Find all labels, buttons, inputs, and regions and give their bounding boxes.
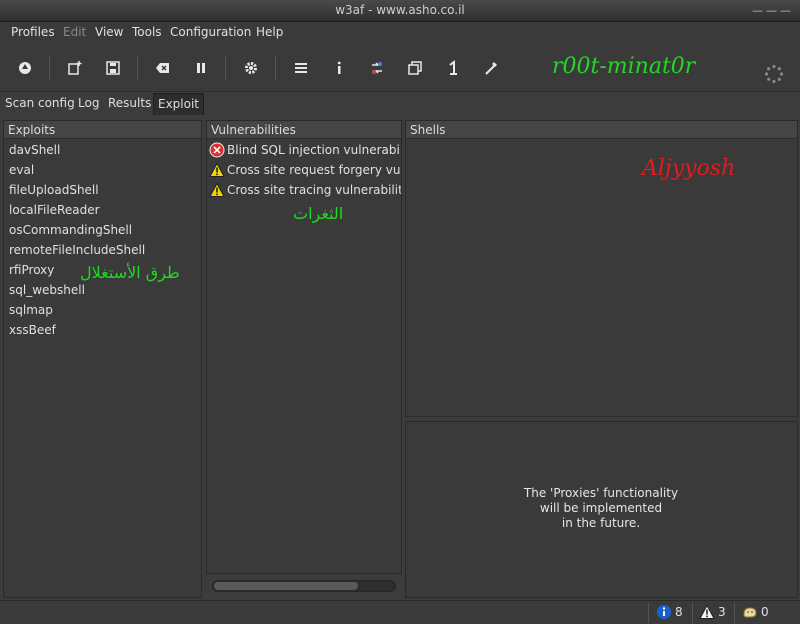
vulnerabilities-hscrollbar[interactable] [212,580,396,592]
start-icon[interactable] [14,57,36,79]
exploit-item-sql-webshell[interactable]: sql_webshell [4,280,201,300]
settings-icon[interactable] [240,57,262,79]
clear-icon[interactable] [152,57,174,79]
proxies-message-line: The 'Proxies' functionality [523,486,679,500]
info-count-icon [657,605,671,619]
status-errors[interactable]: 0 [742,604,769,620]
proxies-message: The 'Proxies' functionality will be impl… [406,486,796,531]
window-title: w3af - www.asho.co.il [335,3,465,17]
status-bar: 8 3 0 [0,600,800,624]
exploit-item-eval[interactable]: eval [4,160,201,180]
warning-icon [209,182,225,198]
toolbar-separator [275,56,276,80]
exploits-panel: Exploits davShell eval fileUploadShell l… [3,120,202,598]
vulnerabilities-panel: Vulnerabilities Blind SQL injection vuln… [206,120,402,574]
window-controls[interactable]: ——— [752,4,794,17]
shells-annotation: Aljyyosh [642,156,736,181]
exploit-item-localfilereader[interactable]: localFileReader [4,200,201,220]
status-warnings[interactable]: 3 [699,604,726,620]
vulnerabilities-header: Vulnerabilities [207,121,401,139]
save-icon[interactable] [102,57,124,79]
vulnerabilities-list: Blind SQL injection vulnerability Cross … [207,139,401,200]
toolbar-separator [225,56,226,80]
vuln-label: Cross site request forgery vulne [227,163,401,177]
warning-icon [209,162,225,178]
copy-icon[interactable] [404,57,426,79]
window-titlebar: w3af - www.asho.co.il ——— [0,0,800,22]
tab-scan-config[interactable]: Scan config [5,96,75,110]
exploit-item-davshell[interactable]: davShell [4,140,201,160]
shells-panel: Shells [405,120,798,417]
tab-exploit[interactable]: Exploit [153,93,205,115]
brand-annotation: r00t-minat0r [552,54,696,79]
tab-log[interactable]: Log [78,96,99,110]
exploit-item-fileuploadshell[interactable]: fileUploadShell [4,180,201,200]
exploit-item-oscommandingshell[interactable]: osCommandingShell [4,220,201,240]
exploits-annotation: طرق الأستغلال [80,263,180,282]
status-info[interactable]: 8 [656,604,683,620]
exploit-item-sqlmap[interactable]: sqlmap [4,300,201,320]
status-separator [648,603,649,623]
one-icon[interactable] [442,57,464,79]
info-count: 8 [675,605,683,619]
main-tabs: Scan config Log Results Exploit [0,92,800,116]
warning-count: 3 [718,605,726,619]
vulnerabilities-annotation: الثغرات [293,204,344,223]
info-icon[interactable] [328,57,350,79]
toolbar-separator [137,56,138,80]
error-count-icon [743,607,757,618]
menu-configuration[interactable]: Configuration [170,25,251,39]
menu-help[interactable]: Help [256,25,283,39]
menu-bar: Profiles Edit View Tools Configuration H… [0,22,800,44]
status-separator [734,603,735,623]
scrollbar-thumb[interactable] [214,582,358,590]
tab-results[interactable]: Results [108,96,151,110]
status-separator [692,603,693,623]
warning-count-icon [699,604,715,619]
menu-tools[interactable]: Tools [132,25,162,39]
compare-icon[interactable] [366,57,388,79]
shells-header: Shells [406,121,797,139]
vuln-item-xst[interactable]: Cross site tracing vulnerability [207,180,401,200]
list-icon[interactable] [290,57,312,79]
menu-profiles[interactable]: Profiles [11,25,55,39]
vuln-label: Blind SQL injection vulnerability [227,143,401,157]
exploits-header: Exploits [4,121,201,139]
toolbar-separator [49,56,50,80]
exploits-list: davShell eval fileUploadShell localFileR… [4,139,201,340]
error-count: 0 [761,605,769,619]
throbber-icon [764,64,784,84]
proxies-message-line: in the future. [561,516,641,530]
menu-edit[interactable]: Edit [63,25,86,39]
high-severity-icon [209,142,225,158]
vuln-label: Cross site tracing vulnerability [227,183,401,197]
menu-view[interactable]: View [95,25,123,39]
vuln-item-blind-sqli[interactable]: Blind SQL injection vulnerability [207,140,401,160]
exploit-item-xssbeef[interactable]: xssBeef [4,320,201,340]
vuln-item-csrf[interactable]: Cross site request forgery vulne [207,160,401,180]
pause-icon[interactable] [190,57,212,79]
exploit-item-remotefileincludeshell[interactable]: remoteFileIncludeShell [4,240,201,260]
new-profile-icon[interactable] [64,57,86,79]
wand-icon[interactable] [480,57,502,79]
proxies-message-line: will be implemented [539,501,663,515]
